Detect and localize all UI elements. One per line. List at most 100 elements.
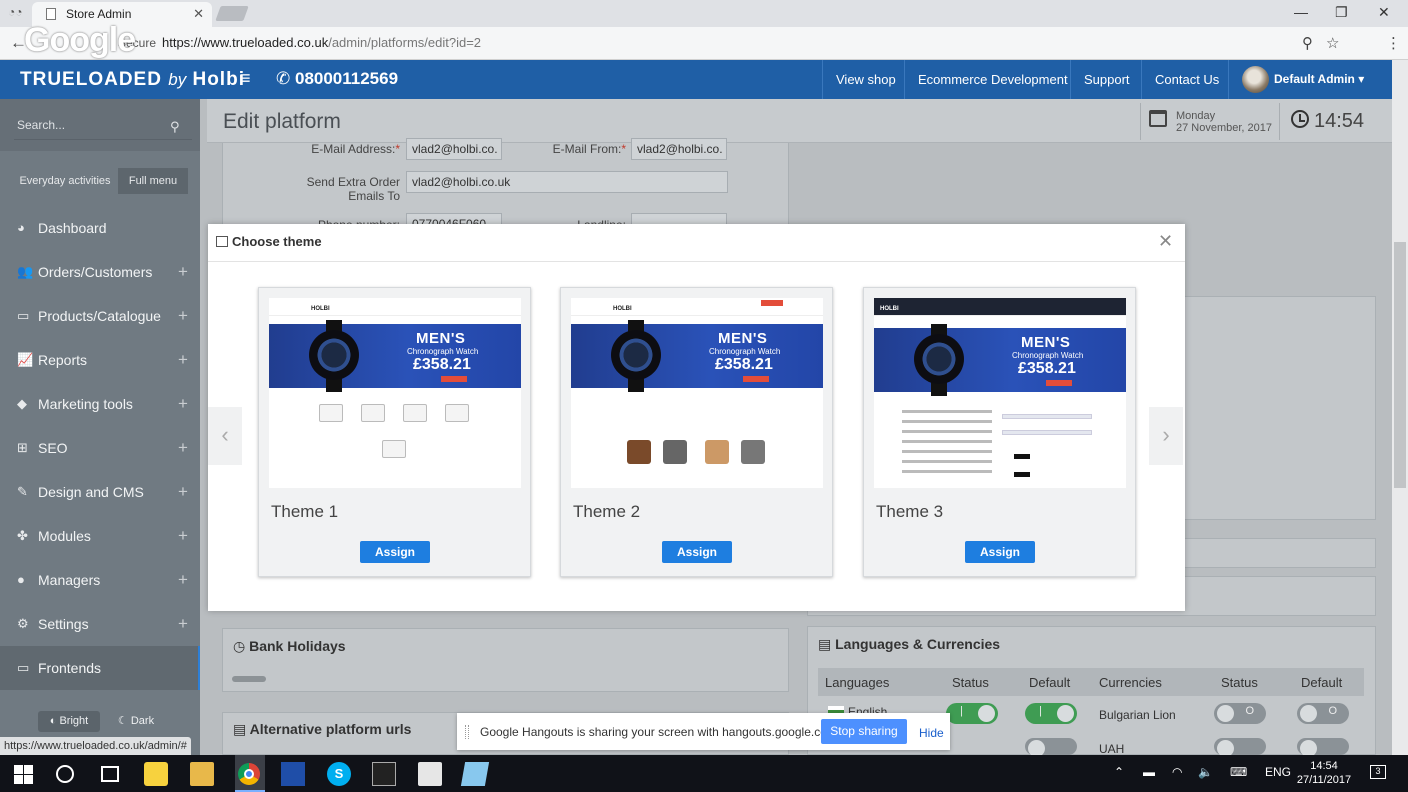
expand-icon[interactable]: + [178, 614, 188, 634]
sidebar-item-dashboard[interactable]: ◕ Dashboard [0, 206, 200, 250]
folder-icon [403, 404, 427, 422]
expand-icon[interactable]: + [178, 526, 188, 546]
table-icon: ▤ [233, 721, 247, 737]
theme-name: Theme 1 [271, 502, 339, 521]
scrollbar-thumb[interactable] [1394, 242, 1406, 488]
assign-button[interactable]: Assign [360, 541, 430, 563]
new-tab-button[interactable] [215, 6, 249, 21]
sidebar-item-reports[interactable]: 📈 Reports + [0, 338, 200, 382]
avatar[interactable] [1242, 66, 1269, 93]
expand-icon[interactable]: + [178, 350, 188, 370]
sidebar-item-orders-customers[interactable]: 👥 Orders/Customers + [0, 250, 200, 294]
app-header: TRUELOADED by Holbi ≡ ✆ 08000112569 View… [0, 60, 1392, 99]
notifications-icon[interactable]: 3 [1370, 765, 1386, 779]
file-explorer-icon[interactable] [190, 762, 214, 786]
full-menu-button[interactable]: Full menu [118, 168, 188, 194]
currency-default-toggle[interactable] [1297, 738, 1349, 757]
sidebar-item-seo[interactable]: ⊞ SEO + [0, 426, 200, 470]
sharing-message: Google Hangouts is sharing your screen w… [480, 725, 841, 739]
sidebar-item-modules[interactable]: ✤ Modules + [0, 514, 200, 558]
skype-icon[interactable]: S [327, 762, 351, 786]
drag-handle[interactable] [465, 725, 469, 739]
lang-table-header [818, 668, 1364, 696]
watch-image [309, 330, 359, 380]
bank-holidays-toggle[interactable] [232, 676, 266, 682]
language-status-toggle[interactable]: | [946, 703, 998, 724]
col-default: Default [1301, 675, 1343, 690]
currency-status-toggle[interactable]: O [1214, 703, 1266, 724]
keyboard-icon[interactable]: ⌨ [1230, 765, 1247, 779]
expand-icon[interactable]: + [178, 394, 188, 414]
windows-start-icon[interactable] [11, 762, 35, 786]
user-name[interactable]: Default Admin ▾ [1274, 72, 1364, 86]
currency-default-toggle[interactable]: O [1297, 703, 1349, 724]
sidebar-item-managers[interactable]: ● Managers + [0, 558, 200, 602]
chrome-icon[interactable] [235, 755, 265, 792]
close-tab-icon[interactable]: ✕ [193, 6, 204, 22]
expand-icon[interactable]: + [178, 306, 188, 326]
zoom-icon[interactable]: ⚲ [1302, 34, 1313, 52]
search-icon[interactable]: ⚲ [170, 119, 180, 135]
calculator-icon[interactable] [418, 762, 442, 786]
theme-card[interactable]: HOLBI MEN'S Chronograph Watch £358.21 Th… [863, 287, 1136, 577]
sidebar-item-marketing-tools[interactable]: ◆ Marketing tools + [0, 382, 200, 426]
extra-emails-field[interactable]: vlad2@holbi.co.uk [406, 171, 728, 193]
bookmark-star-icon[interactable]: ☆ [1326, 34, 1339, 52]
theme-bright-button[interactable]: ◐ Bright [38, 711, 100, 732]
url-field[interactable]: https://www.trueloaded.co.uk/admin/platf… [162, 35, 481, 50]
product-image [741, 440, 765, 464]
currency-status-toggle[interactable] [1214, 738, 1266, 757]
expand-icon[interactable]: + [178, 438, 188, 458]
theme-card[interactable]: HOLBI MEN'S Chronograph Watch £358.21 Th… [560, 287, 833, 577]
theme-dark-button[interactable]: ☾ Dark [108, 711, 164, 732]
nav-contact-us[interactable]: Contact Us [1141, 60, 1232, 99]
volume-icon[interactable]: 🔈 [1198, 765, 1213, 779]
expand-icon[interactable]: + [178, 570, 188, 590]
email-field[interactable]: vlad2@holbi.co. [406, 138, 502, 160]
browser-menu-icon[interactable]: ⋮ [1386, 34, 1401, 52]
battery-icon[interactable]: ▬ [1143, 765, 1155, 779]
trueloaded-logo[interactable]: TRUELOADED by Holbi [20, 69, 245, 91]
sidebar-item-frontends[interactable]: ▭ Frontends [0, 646, 200, 690]
everyday-activities-button[interactable]: Everyday activities [17, 168, 113, 194]
task-view-icon[interactable] [101, 766, 119, 782]
theme-card[interactable]: HOLBI MEN'S Chronograph Watch £358.21 Th… [258, 287, 531, 577]
assign-button[interactable]: Assign [662, 541, 732, 563]
search-circle-icon[interactable] [56, 765, 74, 783]
prev-arrow-icon[interactable]: ‹ [208, 407, 242, 465]
next-arrow-icon[interactable]: › [1149, 407, 1183, 465]
maximize-icon[interactable]: ❐ [1335, 4, 1348, 21]
language-default-toggle[interactable]: | [1025, 703, 1077, 724]
sidebar-item-products-catalogue[interactable]: ▭ Products/Catalogue + [0, 294, 200, 338]
google-overlay-logo: Google [24, 21, 136, 59]
language-default-toggle[interactable] [1025, 738, 1077, 757]
expand-icon[interactable]: + [178, 262, 188, 282]
app-window-icon[interactable] [281, 762, 305, 786]
system-clock[interactable]: 14:54 27/11/2017 [1296, 759, 1352, 787]
terminal-icon[interactable] [372, 762, 396, 786]
nav-support[interactable]: Support [1070, 60, 1143, 99]
input-language[interactable]: ENG [1265, 765, 1291, 779]
stop-sharing-button[interactable]: Stop sharing [821, 719, 907, 744]
batman-app-icon[interactable] [144, 762, 168, 786]
hide-link[interactable]: Hide [919, 726, 944, 740]
minimize-icon[interactable]: — [1294, 4, 1308, 20]
app-icon[interactable] [460, 762, 490, 786]
wifi-icon[interactable]: ◠ [1172, 765, 1182, 779]
nav-ecommerce-development[interactable]: Ecommerce Development [904, 60, 1081, 99]
cogs-icon: ⚙ [17, 616, 29, 631]
sidebar-item-settings[interactable]: ⚙ Settings + [0, 602, 200, 646]
tray-up-icon[interactable]: ⌃ [1114, 765, 1124, 779]
sidebar-item-design-and-cms[interactable]: ✎ Design and CMS + [0, 470, 200, 514]
folder-icon [361, 404, 385, 422]
email-from-field[interactable]: vlad2@holbi.co. [631, 138, 727, 160]
sidebar-search[interactable]: Search... ⚲ [0, 99, 200, 151]
window-close-icon[interactable]: ✕ [1378, 4, 1390, 21]
assign-button[interactable]: Assign [965, 541, 1035, 563]
expand-icon[interactable]: + [178, 482, 188, 502]
hamburger-menu-icon[interactable]: ≡ [240, 68, 251, 89]
nav-view-shop[interactable]: View shop [822, 60, 909, 99]
search-input[interactable]: Search... [17, 118, 65, 132]
close-icon[interactable]: ✕ [1158, 231, 1173, 252]
calendar-icon [1149, 110, 1167, 127]
